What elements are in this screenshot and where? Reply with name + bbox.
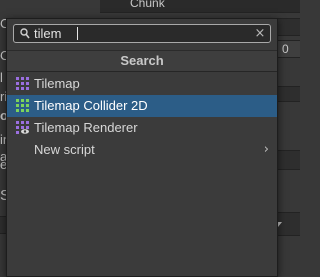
- chevron-right-icon: ›: [263, 142, 269, 157]
- text-caret: [77, 27, 78, 40]
- chunk-field-value: Chunk: [130, 0, 165, 10]
- result-item-tilemap[interactable]: Tilemap: [7, 73, 277, 95]
- result-item-label: Tilemap Renderer: [34, 120, 138, 135]
- clear-icon[interactable]: ×: [254, 27, 266, 40]
- add-component-popup: × Search Tilemap Tilemap Collide: [6, 18, 278, 277]
- result-list: Tilemap Tilemap Collider 2D Tilemap Rend…: [7, 73, 277, 161]
- result-item-tilemap-collider-2d[interactable]: Tilemap Collider 2D: [7, 95, 277, 117]
- result-item-new-script[interactable]: New script ›: [7, 139, 277, 161]
- tilemap-renderer-icon: [16, 121, 29, 134]
- popup-header: Search: [7, 50, 277, 72]
- chunk-field[interactable]: Chunk: [100, 0, 300, 13]
- result-item-label: Tilemap: [34, 76, 80, 91]
- search-icon: [20, 28, 30, 39]
- result-item-tilemap-renderer[interactable]: Tilemap Renderer: [7, 117, 277, 139]
- tilemap-grid-icon: [16, 77, 29, 90]
- right-field-value: 0: [282, 42, 289, 56]
- result-item-label: Tilemap Collider 2D: [34, 98, 148, 113]
- search-bar[interactable]: ×: [13, 24, 271, 43]
- result-item-label: New script: [34, 142, 95, 157]
- tilemap-collider-2d-icon: [16, 99, 29, 112]
- search-input[interactable]: [34, 25, 244, 42]
